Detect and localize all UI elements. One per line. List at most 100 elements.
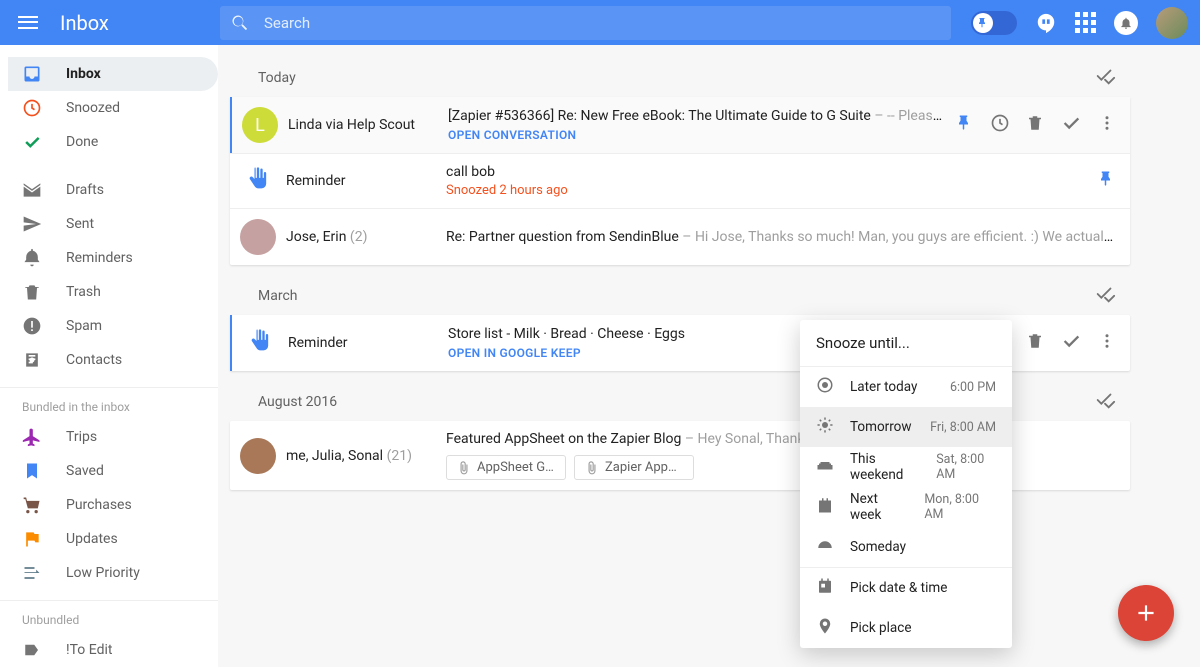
- search-input[interactable]: [250, 14, 941, 32]
- sweep-icon[interactable]: [1094, 283, 1116, 309]
- popover-title: Snooze until...: [800, 320, 1012, 366]
- sidebar-item-low-priority[interactable]: Low Priority: [0, 556, 218, 590]
- avatar-photo: [240, 219, 276, 255]
- pin-icon: [977, 17, 989, 29]
- more-icon[interactable]: [1098, 114, 1116, 136]
- menu-icon[interactable]: [16, 11, 40, 35]
- sidebar-item-sent[interactable]: Sent: [0, 207, 218, 241]
- pin-toggle[interactable]: [971, 11, 1017, 35]
- place-icon: [816, 617, 834, 639]
- someday-icon: [816, 536, 834, 558]
- row-avatar: [232, 327, 288, 359]
- apps-icon[interactable]: [1075, 12, 1096, 33]
- flag-icon: [22, 529, 42, 549]
- group-heading: Today: [230, 57, 1130, 97]
- avatar-photo: [240, 438, 276, 474]
- sidebar-item-trash[interactable]: Trash: [0, 275, 218, 309]
- sweep-icon[interactable]: [1094, 65, 1116, 91]
- snooze-icon[interactable]: [990, 113, 1010, 137]
- sweep-icon[interactable]: [1094, 389, 1116, 415]
- snooze-option-this-weekend[interactable]: This weekend Sat, 8:00 AM: [800, 447, 1012, 487]
- reminder-icon: [246, 327, 274, 359]
- row-actions: [948, 112, 1116, 138]
- sidebar-heading-bundled: Bundled in the inbox: [0, 392, 218, 420]
- plus-icon: [1133, 600, 1159, 626]
- notifications-icon[interactable]: [1114, 11, 1138, 35]
- sidebar-item-snoozed[interactable]: Snoozed: [0, 91, 218, 125]
- search-bar[interactable]: [220, 6, 951, 40]
- attachment-chip[interactable]: Zapier AppSh…: [574, 455, 694, 480]
- later-icon: [816, 376, 834, 398]
- group-heading: March: [230, 275, 1130, 315]
- sidebar-item-label: Saved: [66, 463, 104, 479]
- sidebar-item-spam[interactable]: Spam: [0, 309, 218, 343]
- nextweek-icon: [816, 496, 834, 518]
- sidebar-item-label: Inbox: [66, 66, 101, 82]
- compose-fab[interactable]: [1118, 585, 1174, 641]
- row-avatar: [230, 219, 286, 255]
- sidebar: Inbox Snoozed Done Drafts Sent Reminders…: [0, 45, 218, 667]
- snooze-footer-0[interactable]: Pick date & time: [800, 568, 1012, 608]
- reminder-icon: [244, 165, 272, 197]
- row-sender: Reminder: [286, 173, 446, 189]
- row-avatar: [230, 438, 286, 474]
- message-row[interactable]: L Linda via Help Scout [Zapier #536366] …: [230, 97, 1130, 153]
- sidebar-item-purchases[interactable]: Purchases: [0, 488, 218, 522]
- attachment-chip[interactable]: AppSheet Gu…: [446, 455, 566, 480]
- row-sender: Reminder: [288, 335, 448, 351]
- tomorrow-icon: [816, 416, 834, 438]
- snoozed-label: Snoozed 2 hours ago: [446, 183, 1090, 198]
- clock-icon: [22, 98, 42, 118]
- contacts-icon: [22, 350, 42, 370]
- app-title: Inbox: [60, 11, 220, 35]
- bookmark-icon: [22, 461, 42, 481]
- pin-icon[interactable]: [956, 114, 974, 136]
- sidebar-item-trips[interactable]: Trips: [0, 420, 218, 454]
- message-row[interactable]: Jose, Erin (2) Re: Partner question from…: [230, 208, 1130, 265]
- cart-icon: [22, 495, 42, 515]
- done-icon[interactable]: [1060, 330, 1082, 356]
- done-icon[interactable]: [1060, 112, 1082, 138]
- snooze-option-later-today[interactable]: Later today 6:00 PM: [800, 367, 1012, 407]
- search-icon: [230, 13, 250, 33]
- more-icon[interactable]: [1098, 332, 1116, 354]
- sidebar-item-drafts[interactable]: Drafts: [0, 173, 218, 207]
- weekend-icon: [816, 456, 834, 478]
- hangouts-icon[interactable]: [1035, 12, 1057, 34]
- row-avatar: [230, 165, 286, 197]
- low-icon: [22, 563, 42, 583]
- delete-icon[interactable]: [1026, 332, 1044, 354]
- calendar-icon: [816, 577, 834, 599]
- sidebar-item-label: Done: [66, 134, 98, 150]
- snooze-option-tomorrow[interactable]: Tomorrow Fri, 8:00 AM: [800, 407, 1012, 447]
- send-icon: [22, 214, 42, 234]
- snooze-option-someday[interactable]: Someday: [800, 527, 1012, 567]
- sidebar-item-reminders[interactable]: Reminders: [0, 241, 218, 275]
- snooze-option-next-week[interactable]: Next week Mon, 8:00 AM: [800, 487, 1012, 527]
- sidebar-item-contacts[interactable]: Contacts: [0, 343, 218, 377]
- snooze-footer-1[interactable]: Pick place: [800, 608, 1012, 648]
- sidebar-item-updates[interactable]: Updates: [0, 522, 218, 556]
- message-row[interactable]: Reminder call bobSnoozed 2 hours ago: [230, 153, 1130, 208]
- delete-icon[interactable]: [1026, 114, 1044, 136]
- header-actions: [971, 7, 1188, 39]
- sidebar-item-label: Contacts: [66, 352, 122, 368]
- row-sender: Linda via Help Scout: [288, 117, 448, 133]
- plane-icon: [22, 427, 42, 447]
- snooze-popover: Snooze until... Later today 6:00 PM Tomo…: [800, 320, 1012, 648]
- sidebar-item-inbox[interactable]: Inbox: [8, 57, 218, 91]
- row-body: Featured AppSheet on the Zapier Blog – H…: [446, 431, 1116, 480]
- account-avatar[interactable]: [1156, 7, 1188, 39]
- sidebar-item-unbundled-0[interactable]: !To Edit: [0, 633, 218, 667]
- pin-icon[interactable]: [1098, 170, 1116, 192]
- row-body: call bobSnoozed 2 hours ago: [446, 164, 1090, 198]
- sidebar-item-label: !To Edit: [66, 642, 112, 658]
- sidebar-item-label: Trips: [66, 429, 97, 445]
- sidebar-item-saved[interactable]: Saved: [0, 454, 218, 488]
- message-list: Today L Linda via Help Scout [Zapier #53…: [218, 45, 1200, 667]
- sidebar-heading-unbundled: Unbundled: [0, 605, 218, 633]
- open-link[interactable]: OPEN CONVERSATION: [448, 128, 948, 142]
- sidebar-item-done[interactable]: Done: [0, 125, 218, 159]
- row-avatar: L: [232, 107, 288, 143]
- label-icon: [22, 640, 42, 660]
